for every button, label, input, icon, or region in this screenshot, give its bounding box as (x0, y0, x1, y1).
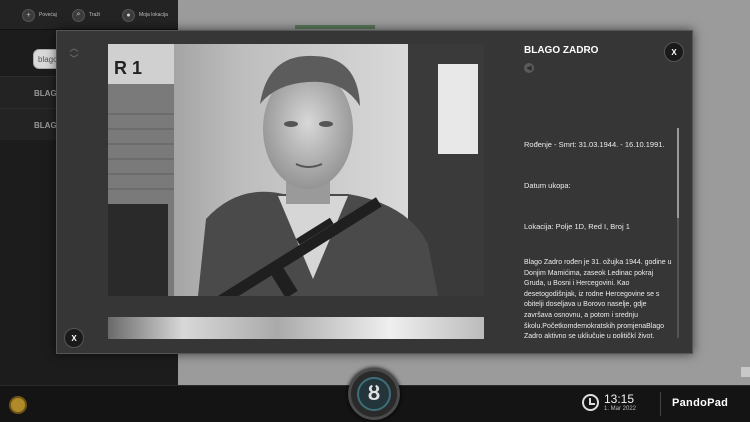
portrait-photo: R 1 (108, 44, 484, 296)
search-button[interactable]: ⌕ Traži (72, 6, 100, 24)
coat-of-arms-icon[interactable] (9, 396, 27, 414)
clock-date: 1. Mar 2022 (604, 406, 637, 412)
grave-detail-modal: ︿ ﹀ R 1 X X BLAGO ZADRO ◀ Rođenje - Smrt… (56, 30, 693, 354)
chevron-up-icon[interactable]: ︿ (67, 43, 81, 54)
person-name: BLAGO ZADRO (524, 45, 599, 56)
clock-time: 13:15 (604, 392, 635, 406)
info-panel[interactable]: Rođenje - Smrt: 31.03.1944. - 16.10.1991… (517, 128, 679, 338)
toolbar: + Povećaj ⌕ Traži ● Moja lokacija (0, 0, 178, 30)
zoom-icon: + (22, 8, 35, 22)
clock-icon (582, 394, 599, 411)
map-feature (295, 25, 375, 29)
home-button[interactable]: ȣ (348, 368, 400, 420)
app-screen: + Povećaj ⌕ Traži ● Moja lokacija blago … (0, 0, 750, 422)
location-button[interactable]: ● Moja lokacija (122, 6, 168, 24)
brand-logo: PandoPad (672, 397, 729, 409)
scrollbar-thumb[interactable] (677, 128, 679, 218)
zoom-button[interactable]: + Povećaj (22, 6, 57, 24)
svg-text:R 1: R 1 (114, 58, 142, 78)
back-arrow-icon[interactable]: ◀ (524, 63, 534, 73)
close-button[interactable]: X (664, 42, 684, 62)
search-label: Traži (89, 12, 100, 18)
photo-nav-arrows[interactable]: ︿ ﹀ (67, 43, 81, 69)
chevron-down-icon[interactable]: ﹀ (67, 54, 81, 65)
location-pin-icon: ● (122, 8, 135, 22)
portrait-photo-image: R 1 (108, 44, 484, 296)
location-label: Moja lokacija (139, 12, 168, 18)
pandopad-logo-icon: ȣ (357, 377, 391, 411)
close-button[interactable]: X (64, 328, 84, 348)
grave-location: Lokacija: Polje 1D, Red I, Broj 1 (524, 222, 630, 231)
biography: Blago Zadro rođen je 31. ožujka 1944. go… (524, 259, 672, 338)
divider (660, 392, 661, 416)
life-dates: Rođenje - Smrt: 31.03.1944. - 16.10.1991… (524, 140, 665, 149)
side-handle[interactable] (741, 367, 750, 377)
burial-date: Datum ukopa: (524, 181, 571, 190)
search-icon: ⌕ (72, 8, 85, 22)
secondary-photo (108, 317, 484, 339)
zoom-label: Povećaj (39, 12, 57, 18)
